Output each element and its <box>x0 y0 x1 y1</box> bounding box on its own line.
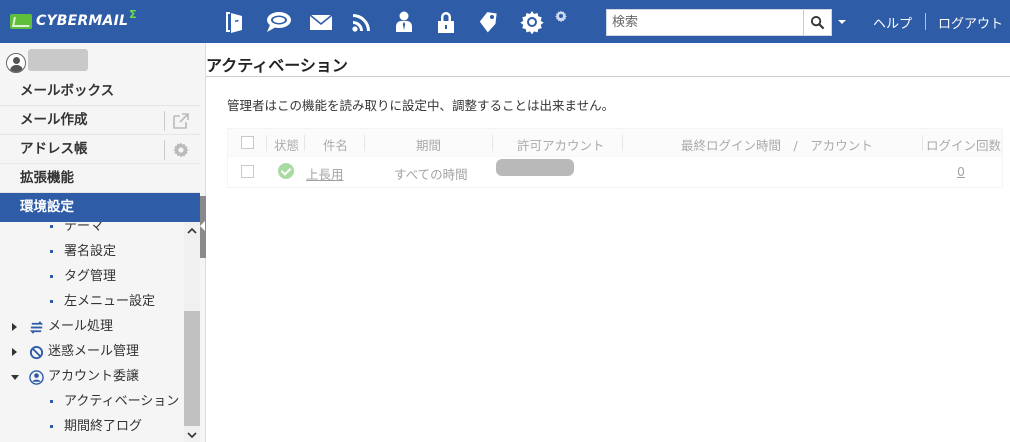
bullet <box>50 425 53 428</box>
bullet <box>50 250 53 253</box>
small-gear-icon[interactable] <box>555 10 567 23</box>
mail-processing-icon <box>29 319 44 334</box>
bullet <box>50 300 53 303</box>
divider <box>164 111 165 131</box>
account-redacted <box>496 159 574 176</box>
bullet <box>50 225 53 228</box>
address-settings-gear-icon[interactable] <box>172 141 190 159</box>
submenu-label: メール処理 <box>48 319 114 334</box>
left-panel: メールボックス メール作成 アドレス帳 拡張機能 環境設定 テーマ 署名設定 タ… <box>0 43 206 442</box>
column-name[interactable]: 件名 <box>323 135 348 154</box>
submenu-scrollbar[interactable] <box>184 222 200 442</box>
divider <box>922 135 923 151</box>
divider <box>164 140 165 160</box>
user-info[interactable] <box>0 43 200 77</box>
column-last-login[interactable]: 最終ログイン時間 / アカウント <box>681 135 873 154</box>
logout-link[interactable]: ログアウト <box>938 13 1003 32</box>
bullet <box>50 400 53 403</box>
cybermail-logo[interactable]: CYBERMAIL Σ <box>10 7 137 31</box>
divider <box>925 13 926 30</box>
search-button[interactable] <box>803 10 831 35</box>
nav-settings[interactable]: 環境設定 <box>0 193 200 222</box>
gear-icon[interactable] <box>518 8 546 36</box>
row-period: すべての時間 <box>394 167 468 182</box>
page-title: アクティベーション <box>206 56 348 75</box>
divider <box>622 135 623 151</box>
open-external-icon[interactable] <box>172 112 190 130</box>
table-header: 状態 件名 期間 許可アカウント 最終ログイン時間 / アカウント ログイン回数 <box>228 129 1002 157</box>
select-all-checkbox[interactable] <box>241 136 254 149</box>
nav-compose-label: メール作成 <box>20 112 88 128</box>
collapse-arrow-icon[interactable] <box>11 375 19 380</box>
divider <box>364 135 365 151</box>
submenu-label: タグ管理 <box>64 269 117 284</box>
column-status[interactable]: 状態 <box>274 135 299 154</box>
search-icon <box>810 15 825 30</box>
read-only-notice: 管理者はこの機能を読み取りに設定中、調整することは出来ません。 <box>227 98 615 113</box>
block-icon <box>29 344 44 360</box>
submenu-label: 迷惑メール管理 <box>48 344 140 359</box>
divider <box>304 135 305 151</box>
scroll-up-icon[interactable] <box>184 222 200 238</box>
row-login-count-link[interactable]: 0 <box>957 164 965 179</box>
submenu-label: 左メニュー設定 <box>64 294 156 309</box>
top-bar: CYBERMAIL Σ ヘルプ ログアウト <box>0 0 1010 43</box>
search-input[interactable] <box>607 10 803 35</box>
divider <box>266 135 267 151</box>
submenu-label: アカウント委譲 <box>48 369 140 384</box>
bullet <box>50 275 53 278</box>
portal-icon[interactable] <box>220 8 248 36</box>
expand-arrow-icon[interactable] <box>12 348 17 356</box>
divider <box>492 135 493 151</box>
logo-envelope-icon <box>10 13 32 29</box>
submenu-label: アクティベーション <box>64 394 180 409</box>
row-checkbox[interactable] <box>241 165 254 178</box>
user-name-redacted <box>28 49 88 71</box>
contacts-icon[interactable] <box>390 8 418 36</box>
active-status-icon <box>278 163 294 179</box>
chat-icon[interactable] <box>262 8 294 36</box>
help-link[interactable]: ヘルプ <box>873 13 912 32</box>
logo-sigma: Σ <box>129 7 137 21</box>
nav-address-book-label: アドレス帳 <box>20 141 88 157</box>
mail-icon[interactable] <box>307 8 335 36</box>
column-period[interactable]: 期間 <box>416 135 441 154</box>
scroll-down-icon[interactable] <box>184 428 200 442</box>
logo-text: CYBERMAIL <box>36 13 129 29</box>
panel-collapse-handle[interactable] <box>200 196 206 258</box>
row-name-link[interactable]: 上長用 <box>306 164 344 183</box>
feed-icon[interactable] <box>348 8 376 36</box>
activation-table: 状態 件名 期間 許可アカウント 最終ログイン時間 / アカウント ログイン回数… <box>227 128 1003 188</box>
nav-compose[interactable]: メール作成 <box>0 106 200 135</box>
nav-address-book[interactable]: アドレス帳 <box>0 135 200 164</box>
avatar-icon <box>6 53 26 73</box>
submenu-label: 期間終了ログ <box>64 419 143 434</box>
column-account[interactable]: 許可アカウント <box>517 135 605 154</box>
user-circle-icon <box>29 369 44 385</box>
divider <box>206 76 1010 77</box>
scrollbar-thumb[interactable] <box>184 311 200 426</box>
submenu-label: テーマ <box>64 222 104 234</box>
nav-extensions[interactable]: 拡張機能 <box>0 164 200 193</box>
lock-icon[interactable] <box>432 8 460 36</box>
search-box <box>606 9 832 36</box>
column-login-count[interactable]: ログイン回数 <box>926 135 1001 154</box>
submenu-label: 署名設定 <box>64 244 117 259</box>
expand-arrow-icon[interactable] <box>12 323 17 331</box>
search-options-chevron-icon[interactable] <box>838 20 846 24</box>
tag-icon[interactable] <box>475 8 503 36</box>
nav-mailbox[interactable]: メールボックス <box>0 77 200 106</box>
settings-submenu: テーマ 署名設定 タグ管理 左メニュー設定 メール処理 迷惑メール管理 アカウン… <box>0 222 184 442</box>
